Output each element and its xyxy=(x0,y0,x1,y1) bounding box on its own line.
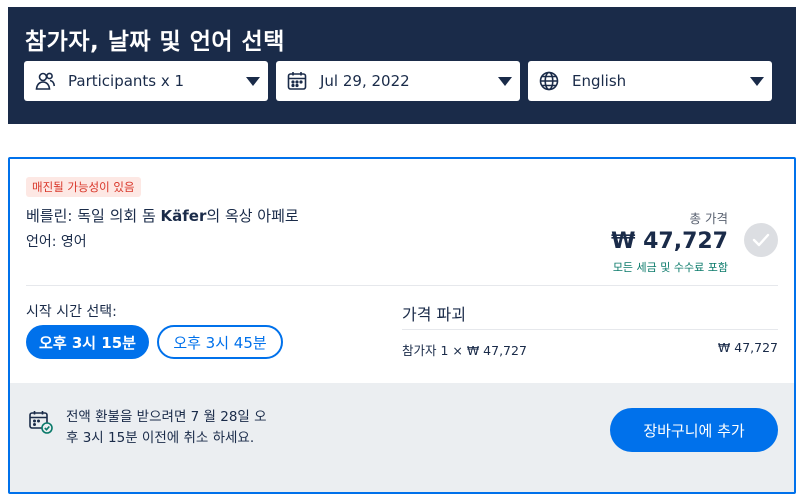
taxes-included-note: 모든 세금 및 수수료 포함 xyxy=(612,261,728,274)
time-slot-button-2[interactable]: 오후 3시 45분 xyxy=(157,325,283,359)
activity-title-post: 의 옥상 아페로 xyxy=(206,207,299,225)
header: 참가자, 날짜 및 언어 선택 Participants x 1 Jul 29,… xyxy=(8,7,796,124)
language-label: English xyxy=(572,72,627,90)
check-icon xyxy=(752,233,770,247)
chevron-down-icon xyxy=(498,76,512,86)
activity-title-pre: 베를린: 독일 의회 돔 xyxy=(26,207,161,225)
divider xyxy=(26,285,778,286)
date-label: Jul 29, 2022 xyxy=(320,72,410,90)
chevron-down-icon xyxy=(246,76,260,86)
price-breakdown-item: 참가자 1 × ₩ 47,727 xyxy=(402,343,527,358)
calendar-check-icon xyxy=(28,409,54,435)
chevron-down-icon xyxy=(750,76,764,86)
activity-language: 언어: 영어 xyxy=(26,234,87,250)
price-breakdown-title: 가격 파괴 xyxy=(402,305,466,324)
total-price-label: 총 가격 xyxy=(689,211,728,226)
users-icon xyxy=(34,70,56,92)
activity-option-card[interactable]: 매진될 가능성이 있음 베를린: 독일 의회 돔 Käfer의 옥상 아페로 언… xyxy=(8,157,796,494)
participants-label: Participants x 1 xyxy=(68,72,185,90)
page-title: 참가자, 날짜 및 언어 선택 xyxy=(25,29,285,55)
select-option-check[interactable] xyxy=(744,223,778,257)
add-to-cart-button[interactable]: 장바구니에 추가 xyxy=(610,408,778,452)
calendar-icon xyxy=(286,70,308,92)
language-selector[interactable]: English xyxy=(528,61,772,101)
total-price: ₩ 47,727 xyxy=(611,229,728,254)
price-breakdown-amount: ₩ 47,727 xyxy=(717,340,778,355)
free-cancellation-text: 전액 환불을 받으려면 7 월 28일 오후 3시 15분 이전에 취소 하세요… xyxy=(66,409,267,446)
globe-icon xyxy=(538,70,560,92)
participants-selector[interactable]: Participants x 1 xyxy=(24,61,268,101)
start-time-label: 시작 시간 선택: xyxy=(26,304,117,320)
activity-title: 베를린: 독일 의회 돔 Käfer의 옥상 아페로 xyxy=(26,205,299,226)
card-footer: 전액 환불을 받으려면 7 월 28일 오후 3시 15분 이전에 취소 하세요… xyxy=(10,383,794,492)
divider xyxy=(402,329,778,330)
likely-to-sell-out-badge: 매진될 가능성이 있음 xyxy=(26,177,141,197)
date-selector[interactable]: Jul 29, 2022 xyxy=(276,61,520,101)
activity-title-bold: Käfer xyxy=(160,207,207,225)
time-slot-button-1[interactable]: 오후 3시 15분 xyxy=(26,325,149,359)
